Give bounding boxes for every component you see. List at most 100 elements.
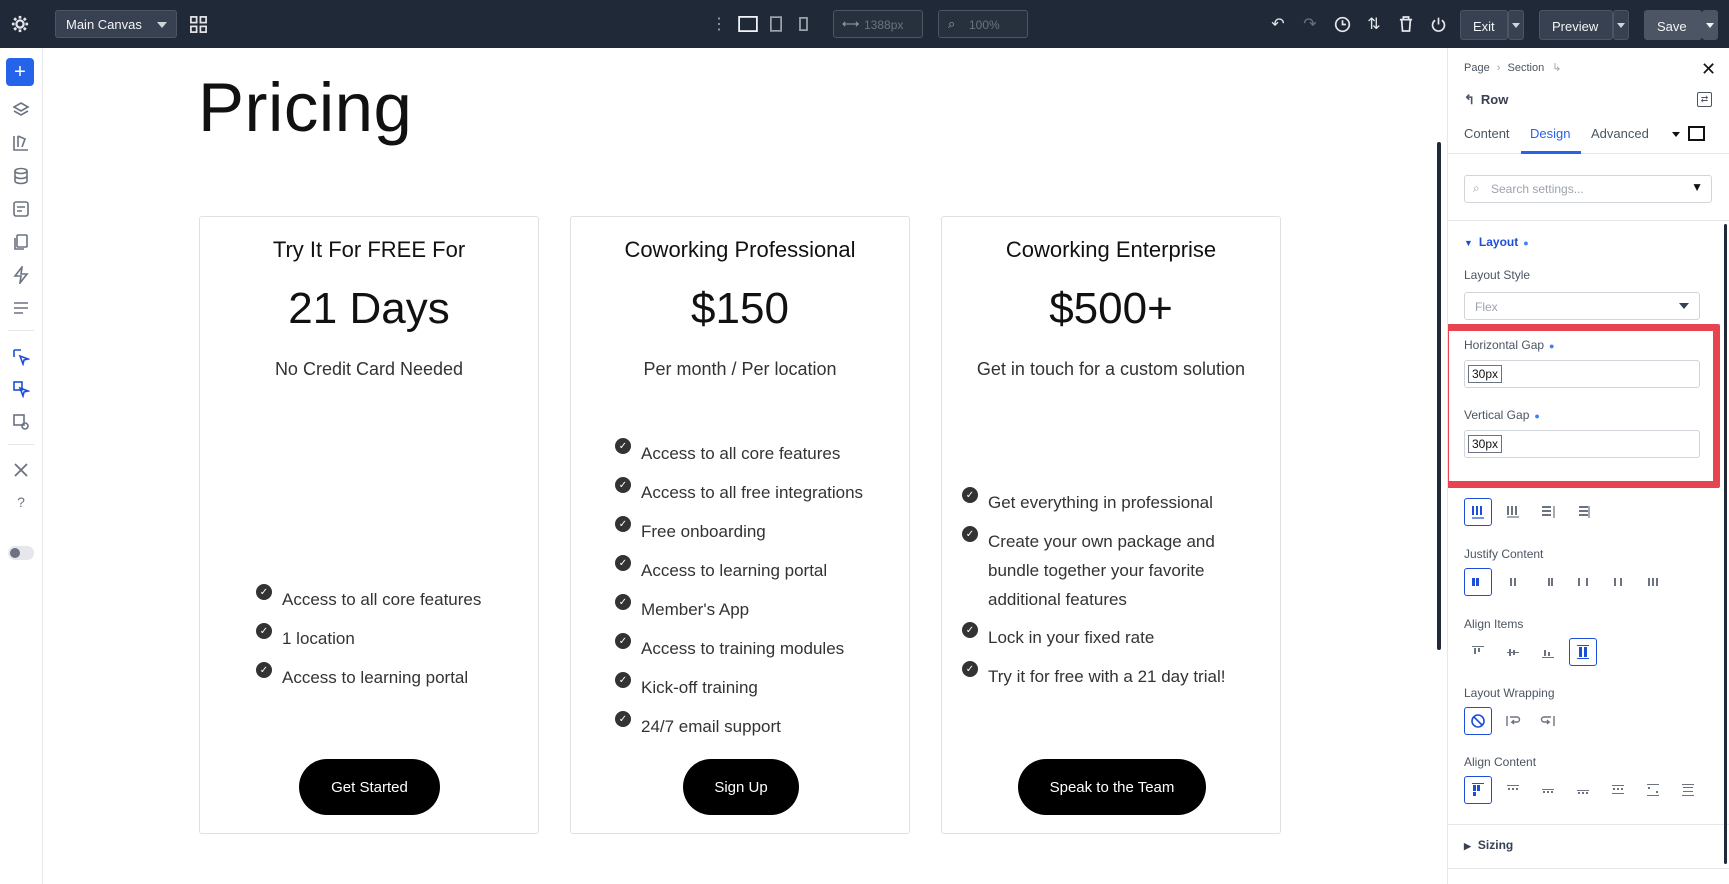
close-icon[interactable]: ✕ bbox=[1701, 59, 1716, 80]
grid-icon[interactable] bbox=[188, 14, 208, 34]
back-arrow-icon[interactable]: ↰ bbox=[1464, 92, 1475, 107]
align-start-icon[interactable] bbox=[1464, 638, 1492, 666]
tools-icon[interactable] bbox=[11, 460, 31, 480]
pricing-card-professional[interactable]: Coworking Professional $150 Per month / … bbox=[570, 216, 910, 834]
multi-select-icon[interactable] bbox=[11, 379, 31, 399]
canvas-scrollbar[interactable] bbox=[1437, 142, 1441, 650]
exit-button[interactable]: Exit bbox=[1460, 10, 1508, 40]
sign-up-button[interactable]: Sign Up bbox=[683, 759, 799, 815]
breadcrumb-section[interactable]: Section bbox=[1508, 62, 1545, 74]
feature-text: Access to all free integrations bbox=[641, 483, 864, 502]
check-icon: ✓ bbox=[962, 487, 978, 503]
form-icon[interactable] bbox=[11, 199, 31, 219]
card-price: $500+ bbox=[1049, 284, 1173, 333]
desktop-breakpoint-icon[interactable] bbox=[1688, 126, 1705, 141]
justify-space-between-icon[interactable] bbox=[1569, 568, 1597, 596]
history-icon[interactable] bbox=[1332, 14, 1352, 34]
justify-space-around-icon[interactable] bbox=[1604, 568, 1632, 596]
feature-text: Access to all core features bbox=[282, 590, 482, 609]
mobile-view-icon[interactable] bbox=[796, 14, 810, 34]
card-subtitle: No Credit Card Needed bbox=[274, 359, 464, 379]
preview-button[interactable]: Preview bbox=[1539, 10, 1613, 40]
save-dropdown-button[interactable] bbox=[1702, 10, 1718, 40]
layers-icon[interactable] bbox=[11, 100, 31, 120]
check-icon: ✓ bbox=[615, 477, 631, 493]
desktop-view-icon[interactable] bbox=[737, 14, 759, 34]
settings-gear-icon[interactable] bbox=[10, 14, 30, 34]
align-center-icon[interactable] bbox=[1499, 638, 1527, 666]
help-icon[interactable]: ? bbox=[11, 492, 31, 512]
toggle-switch-icon[interactable] bbox=[8, 546, 34, 560]
direction-row-icon[interactable] bbox=[1464, 498, 1492, 526]
search-settings-input[interactable]: ⌕ Search settings... ▼ bbox=[1464, 175, 1712, 203]
database-icon[interactable] bbox=[11, 166, 31, 186]
wrap-icon[interactable] bbox=[1499, 707, 1527, 735]
no-wrap-icon[interactable] bbox=[1464, 707, 1492, 735]
add-element-icon[interactable]: + bbox=[6, 58, 34, 86]
preview-dropdown-button[interactable] bbox=[1613, 10, 1629, 40]
tabs-dropdown-icon[interactable] bbox=[1672, 132, 1680, 137]
panel-options-icon[interactable]: ⇄ bbox=[1697, 92, 1712, 107]
align-content-evenly-icon[interactable] bbox=[1639, 776, 1667, 804]
justify-end-icon[interactable] bbox=[1534, 568, 1562, 596]
layout-section-title: Layout bbox=[1478, 235, 1519, 249]
align-content-around-icon[interactable] bbox=[1604, 776, 1632, 804]
power-icon[interactable] bbox=[1428, 14, 1448, 34]
direction-column-icon[interactable] bbox=[1499, 498, 1527, 526]
align-content-stretch-icon[interactable] bbox=[1674, 776, 1702, 804]
layout-section-header[interactable]: ▼ Layout ● bbox=[1464, 235, 1529, 249]
canvas-select[interactable]: Main Canvas bbox=[55, 10, 177, 38]
cta-label: Speak to the Team bbox=[1049, 778, 1175, 796]
element-title: ↰ Row bbox=[1464, 92, 1508, 108]
tab-content[interactable]: Content bbox=[1464, 126, 1510, 141]
lightning-icon[interactable] bbox=[11, 265, 31, 285]
filter-icon[interactable]: ▼ bbox=[1691, 180, 1703, 194]
cta-label: Get Started bbox=[331, 778, 408, 796]
list-settings-icon[interactable] bbox=[11, 298, 31, 318]
component-settings-icon[interactable] bbox=[11, 412, 31, 432]
sort-icon[interactable]: ⇅ bbox=[1364, 14, 1384, 34]
check-icon: ✓ bbox=[615, 711, 631, 727]
tablet-view-icon[interactable] bbox=[768, 14, 784, 34]
pricing-card-free[interactable]: Try It For FREE For 21 Days No Credit Ca… bbox=[199, 216, 539, 834]
zoom-field[interactable]: ⌕ 100% bbox=[938, 10, 1028, 38]
panel-scrollbar[interactable] bbox=[1724, 224, 1727, 864]
check-icon: ✓ bbox=[962, 622, 978, 638]
get-started-button[interactable]: Get Started bbox=[299, 759, 440, 815]
redo-icon[interactable]: ↷ bbox=[1300, 14, 1320, 34]
save-button[interactable]: Save bbox=[1644, 10, 1702, 40]
feature-item: ✓ Free onboarding bbox=[615, 516, 766, 546]
tab-design[interactable]: Design bbox=[1530, 126, 1570, 141]
exit-dropdown-button[interactable] bbox=[1508, 10, 1524, 40]
align-content-end-icon[interactable] bbox=[1534, 776, 1562, 804]
align-items-label: Align Items bbox=[1464, 617, 1524, 631]
canvas-width-field[interactable]: ⟷ 1388px bbox=[833, 10, 923, 38]
breadcrumb: Page › Section ↳ bbox=[1464, 61, 1561, 74]
align-content-center-icon[interactable] bbox=[1499, 776, 1527, 804]
breadcrumb-page[interactable]: Page bbox=[1464, 62, 1490, 74]
feature-text: Get everything in professional bbox=[988, 493, 1213, 512]
align-content-between-icon[interactable] bbox=[1569, 776, 1597, 804]
direction-column-reverse-icon[interactable] bbox=[1569, 498, 1597, 526]
direction-row-reverse-icon[interactable] bbox=[1534, 498, 1562, 526]
trash-icon[interactable] bbox=[1396, 14, 1416, 34]
undo-icon[interactable]: ↶ bbox=[1268, 14, 1288, 34]
align-content-start-icon[interactable] bbox=[1464, 776, 1492, 804]
tab-advanced[interactable]: Advanced bbox=[1591, 126, 1649, 141]
more-vertical-icon[interactable]: ⋮ bbox=[711, 14, 727, 34]
justify-center-icon[interactable] bbox=[1499, 568, 1527, 596]
justify-space-evenly-icon[interactable] bbox=[1639, 568, 1667, 596]
layout-style-select[interactable]: Flex bbox=[1464, 292, 1700, 320]
pages-icon[interactable] bbox=[11, 232, 31, 252]
justify-start-icon[interactable] bbox=[1464, 568, 1492, 596]
speak-to-team-button[interactable]: Speak to the Team bbox=[1018, 759, 1206, 815]
sizing-section-header[interactable]: ▶ Sizing bbox=[1464, 838, 1513, 852]
align-end-icon[interactable] bbox=[1534, 638, 1562, 666]
align-stretch-icon[interactable] bbox=[1569, 638, 1597, 666]
chevron-down-icon bbox=[1617, 23, 1625, 28]
library-icon[interactable] bbox=[11, 133, 31, 153]
select-element-icon[interactable] bbox=[11, 347, 31, 367]
pricing-card-enterprise[interactable]: Coworking Enterprise $500+ Get in touch … bbox=[941, 216, 1281, 834]
wrap-reverse-icon[interactable] bbox=[1534, 707, 1562, 735]
feature-item: ✓ Access to learning portal bbox=[256, 662, 468, 692]
